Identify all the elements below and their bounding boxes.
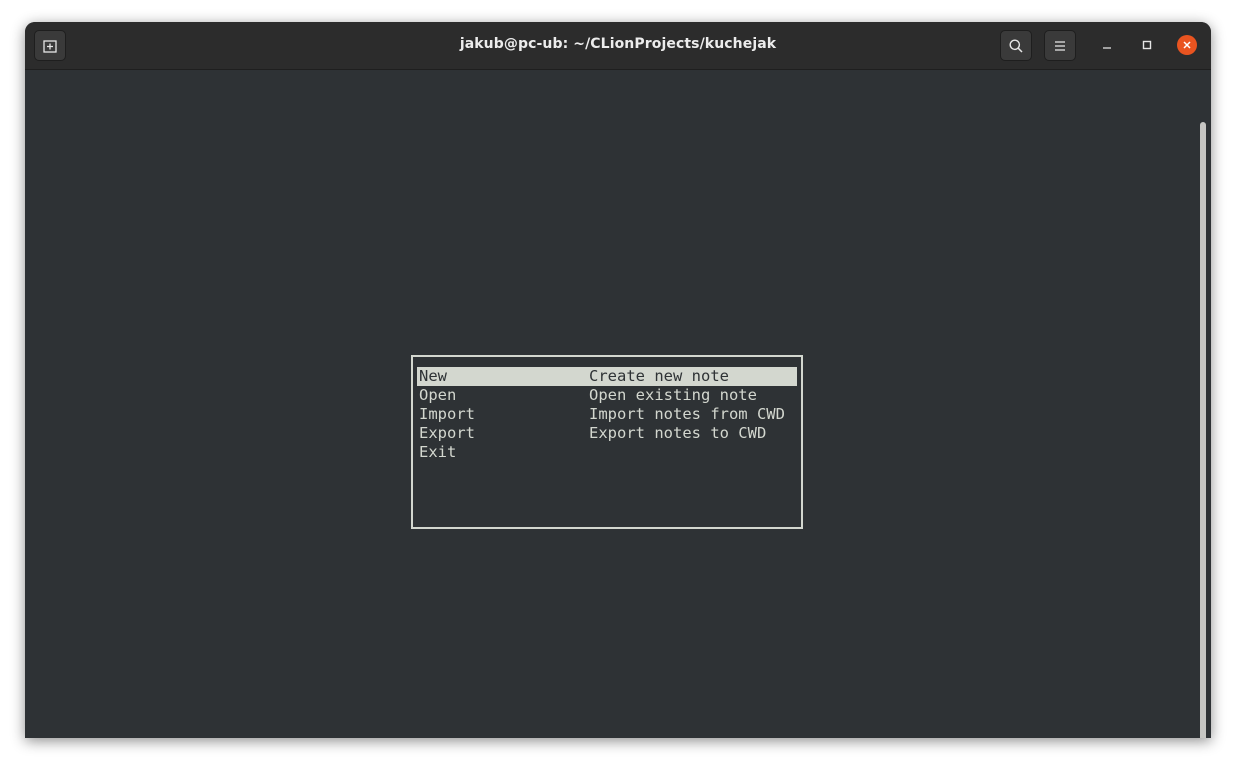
- scrollbar[interactable]: [1200, 122, 1206, 738]
- search-button[interactable]: [1000, 30, 1032, 61]
- search-icon: [1009, 39, 1023, 53]
- menu-item-name: Exit: [419, 443, 457, 461]
- menu-item-description: Import notes from CWD: [589, 405, 785, 423]
- menu-button[interactable]: [1044, 30, 1076, 61]
- menu-item-name: Import: [419, 405, 475, 423]
- menu-item-description: Export notes to CWD: [589, 424, 767, 442]
- menu-item-open[interactable]: Open Open existing note: [417, 386, 797, 405]
- title-bar[interactable]: jakub@pc-ub: ~/CLionProjects/kuchejak: [25, 22, 1211, 70]
- maximize-icon: [1142, 40, 1152, 50]
- terminal-window: jakub@pc-ub: ~/CLionProjects/kuchejak Ne…: [25, 22, 1211, 738]
- terminal-area[interactable]: New Create new note Open Open existing n…: [25, 70, 1211, 738]
- menu-item-exit[interactable]: Exit: [417, 443, 797, 462]
- maximize-button[interactable]: [1137, 35, 1157, 55]
- minimize-icon: [1103, 47, 1111, 49]
- menu-item-name: Open: [419, 386, 457, 404]
- hamburger-menu-icon: [1055, 40, 1065, 51]
- minimize-button[interactable]: [1097, 35, 1117, 55]
- main-menu: New Create new note Open Open existing n…: [411, 355, 803, 529]
- close-icon: [1183, 41, 1191, 49]
- window-title: jakub@pc-ub: ~/CLionProjects/kuchejak: [459, 36, 777, 52]
- menu-item-description: Create new note: [589, 367, 729, 385]
- close-button[interactable]: [1177, 35, 1197, 55]
- menu-item-name: Export: [419, 424, 475, 442]
- menu-item-import[interactable]: Import Import notes from CWD: [417, 405, 797, 424]
- menu-item-description: Open existing note: [589, 386, 757, 404]
- menu-item-name: New: [419, 367, 447, 385]
- menu-item-export[interactable]: Export Export notes to CWD: [417, 424, 797, 443]
- menu-item-new[interactable]: New Create new note: [417, 367, 797, 386]
